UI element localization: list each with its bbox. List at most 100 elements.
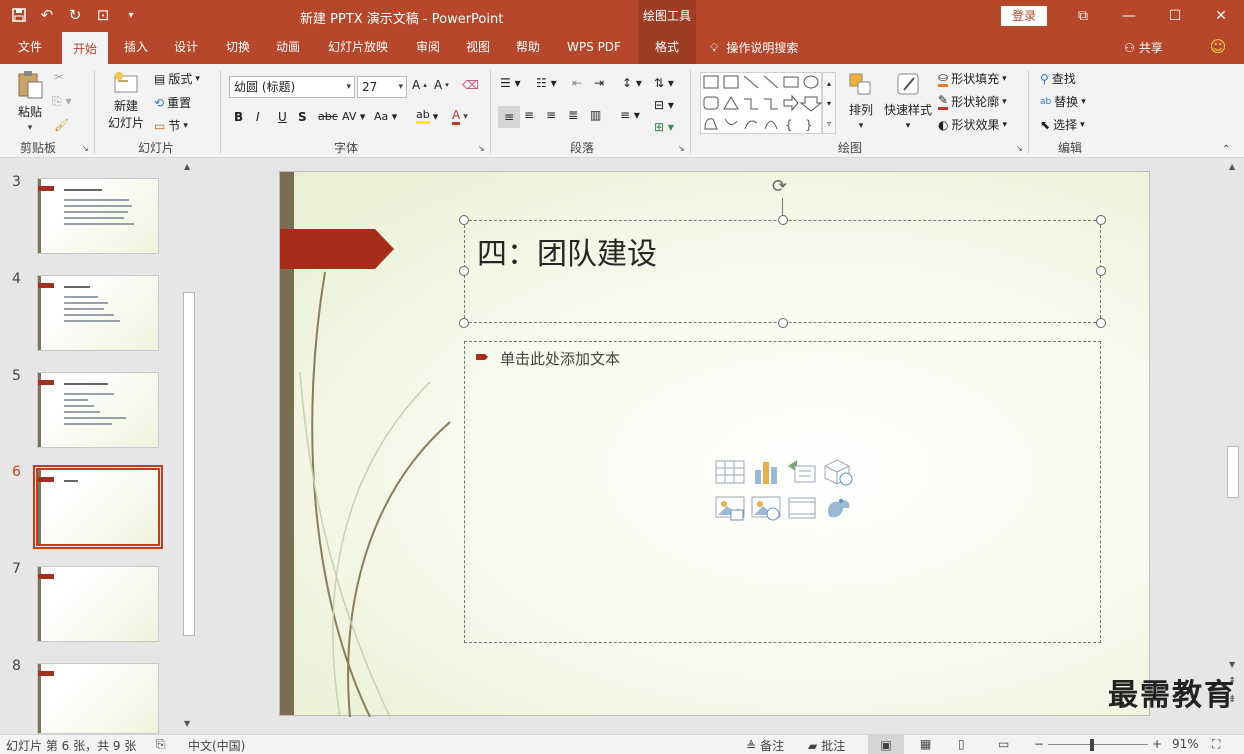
shadow-icon[interactable]: S xyxy=(298,110,307,124)
resize-handle[interactable] xyxy=(459,266,469,276)
zoom-slider-thumb[interactable] xyxy=(1090,739,1094,751)
scroll-up-icon[interactable]: ▴ xyxy=(827,79,831,88)
tab-format[interactable]: 格式 xyxy=(638,32,696,64)
tab-home[interactable]: 开始 xyxy=(62,32,108,64)
decrease-font-icon[interactable]: A ▾ xyxy=(434,78,449,92)
columns-icon[interactable]: ▥ xyxy=(590,108,601,122)
scroll-down-icon[interactable]: ▾ xyxy=(827,99,831,108)
tab-file[interactable]: 文件 xyxy=(8,32,52,64)
decrease-indent-icon[interactable]: ⇤ xyxy=(572,76,582,90)
underline-icon[interactable]: U xyxy=(278,110,287,124)
undo-icon[interactable]: ↶ xyxy=(36,4,58,26)
insert-smartart-icon[interactable] xyxy=(787,458,817,486)
slide-thumbnail-6[interactable] xyxy=(33,465,163,549)
insert-table-icon[interactable] xyxy=(715,458,745,486)
smartart-icon[interactable]: ⊞ ▾ xyxy=(654,120,674,134)
customize-qat-icon[interactable]: ▾ xyxy=(120,4,142,26)
tab-insert[interactable]: 插入 xyxy=(114,32,158,64)
select-button[interactable]: ⬉ 选择 ▾ xyxy=(1040,116,1085,133)
current-slide[interactable]: ⟳ 四：团队建设 单击此处添加文本 xyxy=(279,171,1150,717)
zoom-out-icon[interactable]: − xyxy=(1034,737,1044,751)
slide-thumbnail-3[interactable] xyxy=(37,178,159,254)
rotate-handle-icon[interactable]: ⟳ xyxy=(772,176,787,197)
shape-fill-button[interactable]: ⛀ 形状填充 ▾ xyxy=(938,70,1007,87)
gallery-more-icon[interactable]: ▿ xyxy=(827,119,831,128)
text-direction-icon[interactable]: ⇅ ▾ xyxy=(654,76,674,90)
slide-thumbnail-5[interactable] xyxy=(37,372,159,448)
resize-handle[interactable] xyxy=(459,318,469,328)
font-launcher-icon[interactable]: ↘ xyxy=(478,144,485,153)
increase-indent-icon[interactable]: ⇥ xyxy=(594,76,604,90)
minimize-icon[interactable]: — xyxy=(1106,0,1152,32)
cut-icon[interactable]: ✂ xyxy=(54,70,64,84)
resize-handle[interactable] xyxy=(778,318,788,328)
drawing-launcher-icon[interactable]: ↘ xyxy=(1016,144,1023,153)
scroll-up-icon[interactable]: ▲ xyxy=(184,162,190,171)
share-button[interactable]: ⚇ 共享 xyxy=(1124,32,1174,64)
bullets-icon[interactable]: ☰ ▾ xyxy=(500,76,521,90)
title-placeholder[interactable]: 四：团队建设 xyxy=(459,215,1106,328)
align-text-icon[interactable]: ≡ ▾ xyxy=(620,108,640,122)
slide-thumbnail-7[interactable] xyxy=(37,566,159,642)
insert-3d-model-icon[interactable] xyxy=(823,458,853,486)
strikethrough-icon[interactable]: abc xyxy=(318,110,338,123)
italic-icon[interactable]: I xyxy=(256,110,260,124)
scroll-up-icon[interactable]: ▲ xyxy=(1229,162,1235,171)
font-color-icon[interactable]: A ▾ xyxy=(452,108,468,125)
maximize-icon[interactable]: ☐ xyxy=(1152,0,1198,32)
font-name-combo[interactable]: 幼圆 (标题) ▾ xyxy=(229,76,355,98)
resize-handle[interactable] xyxy=(1096,215,1106,225)
layout-button[interactable]: ▤ 版式 ▾ xyxy=(154,70,200,87)
body-placeholder-text[interactable]: 单击此处添加文本 xyxy=(500,348,620,369)
numbering-icon[interactable]: ☷ ▾ xyxy=(536,76,557,90)
align-right-icon[interactable]: ≡ xyxy=(546,108,556,122)
comments-button[interactable]: ▰ 批注 xyxy=(808,737,845,754)
shape-effects-button[interactable]: ◐ 形状效果 ▾ xyxy=(938,116,1007,133)
justify-icon[interactable]: ≣ xyxy=(568,108,578,122)
ribbon-display-icon[interactable]: ⧉ xyxy=(1060,0,1106,32)
insert-video-icon[interactable] xyxy=(787,494,817,522)
format-painter-icon[interactable]: 🖌︎ xyxy=(54,118,69,132)
resize-handle[interactable] xyxy=(1096,266,1106,276)
scrollbar-thumb[interactable] xyxy=(183,292,195,636)
char-spacing-icon[interactable]: AV ▾ xyxy=(342,110,365,123)
change-case-icon[interactable]: Aa ▾ xyxy=(374,110,397,123)
tab-view[interactable]: 视图 xyxy=(456,32,500,64)
align-vertical-icon[interactable]: ⊟ ▾ xyxy=(654,98,674,112)
insert-online-picture-icon[interactable] xyxy=(751,494,781,522)
insert-chart-icon[interactable] xyxy=(751,458,781,486)
login-button[interactable]: 登录 xyxy=(1001,6,1047,26)
tab-help[interactable]: 帮助 xyxy=(506,32,550,64)
copy-icon[interactable]: ⎘ ▾ xyxy=(52,94,71,109)
align-center-icon[interactable]: ≡ xyxy=(524,108,534,122)
tab-wps-pdf[interactable]: WPS PDF xyxy=(560,32,628,64)
reading-view-icon[interactable]: ▯ xyxy=(958,737,965,751)
normal-view-icon[interactable]: ▣ xyxy=(868,735,904,754)
slideshow-view-icon[interactable]: ▭ xyxy=(998,737,1009,751)
slide-thumbnail-8[interactable] xyxy=(37,663,159,734)
resize-handle[interactable] xyxy=(1096,318,1106,328)
zoom-level[interactable]: 91% xyxy=(1172,737,1199,751)
content-placeholder[interactable]: 单击此处添加文本 xyxy=(464,341,1101,643)
increase-font-icon[interactable]: A ▴ xyxy=(412,78,427,92)
clear-format-icon[interactable]: ⌫ xyxy=(462,78,479,92)
redo-icon[interactable]: ↻ xyxy=(64,4,86,26)
scroll-down-icon[interactable]: ▼ xyxy=(1229,660,1235,669)
shape-outline-button[interactable]: ✎ 形状轮廓 ▾ xyxy=(938,93,1007,110)
scroll-down-icon[interactable]: ▼ xyxy=(184,719,190,728)
clipboard-launcher-icon[interactable]: ↘ xyxy=(82,144,89,153)
section-button[interactable]: ▭ 节 ▾ xyxy=(154,117,188,134)
reset-button[interactable]: ⟲ 重置 xyxy=(154,94,191,111)
highlight-icon[interactable]: ab ▾ xyxy=(416,108,438,124)
font-size-combo[interactable]: 27 ▾ xyxy=(357,76,407,98)
collapse-ribbon-icon[interactable]: ⌃ xyxy=(1222,144,1230,155)
slide-scrollbar[interactable]: ▲ ▼ ⇞ ⇟ xyxy=(1223,158,1244,734)
zoom-in-icon[interactable]: + xyxy=(1152,737,1162,751)
resize-handle[interactable] xyxy=(459,215,469,225)
find-button[interactable]: ⚲ 查找 xyxy=(1040,70,1076,87)
save-icon[interactable] xyxy=(8,4,30,26)
close-icon[interactable]: ✕ xyxy=(1198,0,1244,32)
slide-sorter-icon[interactable]: ▦ xyxy=(920,737,931,751)
replace-button[interactable]: ab 替换 ▾ xyxy=(1040,93,1086,110)
insert-picture-icon[interactable] xyxy=(715,494,745,522)
